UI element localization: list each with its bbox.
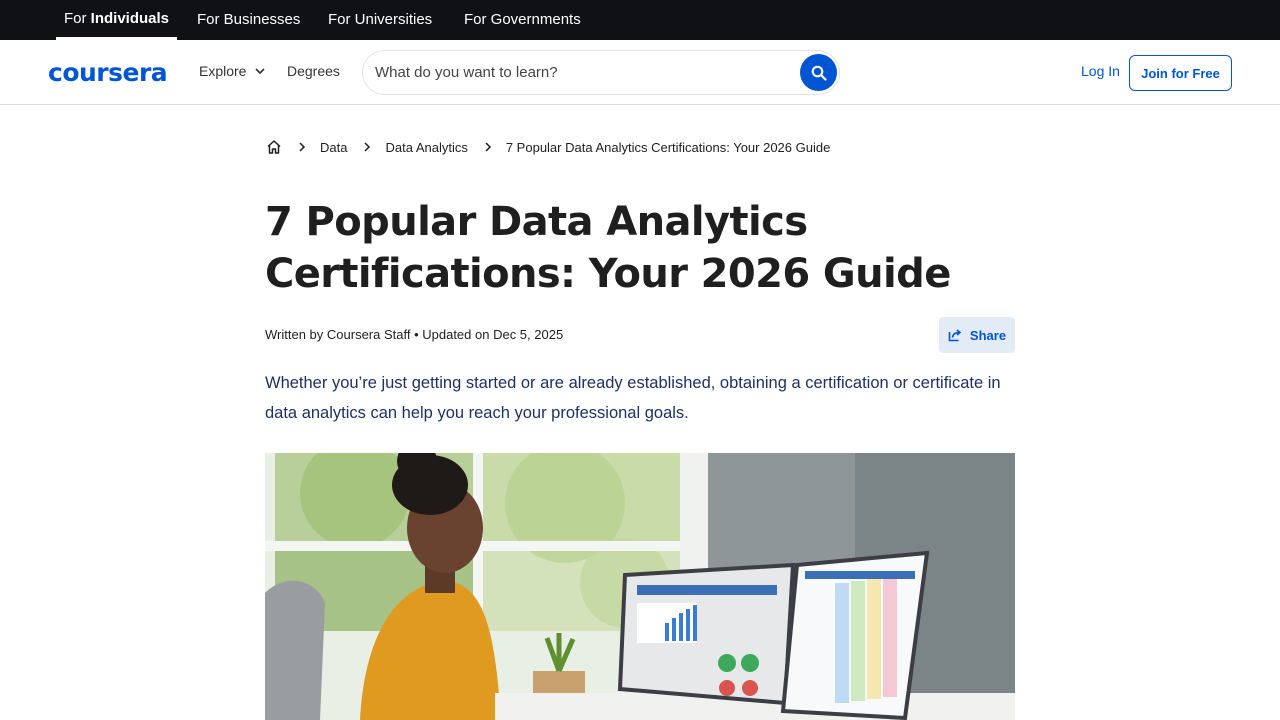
chevron-right-icon (299, 142, 306, 152)
breadcrumb-current: 7 Popular Data Analytics Certifications:… (505, 139, 831, 155)
breadcrumb-data[interactable]: Data (320, 140, 347, 155)
chevron-right-icon (364, 142, 371, 152)
chevron-down-icon (255, 68, 266, 75)
audience-universities-link[interactable]: For Universities (328, 0, 432, 40)
site-header: coursera Explore Degrees Log In Join for… (0, 40, 1280, 105)
explore-menu-button[interactable]: Explore (199, 63, 266, 79)
breadcrumb-home[interactable] (266, 139, 282, 155)
breadcrumb-data-analytics[interactable]: Data Analytics (385, 140, 467, 155)
article-title: 7 Popular Data Analytics Certifications:… (265, 199, 951, 297)
audience-individuals-prefix: For (64, 10, 91, 27)
breadcrumb: Data Data Analytics 7 Popular Data Analy… (266, 137, 830, 157)
hero-illustration (265, 453, 1015, 720)
explore-label: Explore (199, 63, 247, 79)
article-byline: Written by Coursera Staff • Updated on D… (265, 327, 564, 342)
search-bar (362, 50, 840, 95)
audience-businesses-link[interactable]: For Businesses (197, 0, 300, 40)
audience-individuals-strong: Individuals (90, 10, 170, 27)
search-icon (811, 65, 827, 81)
coursera-logo[interactable]: coursera (48, 58, 168, 87)
audience-bar: For Individuals For Businesses For Unive… (0, 0, 1280, 40)
degrees-link[interactable]: Degrees (287, 63, 340, 79)
search-input[interactable] (375, 51, 795, 94)
audience-governments-link[interactable]: For Governments (464, 0, 581, 40)
article-intro: Whether you’re just getting started or a… (265, 374, 1001, 422)
join-for-free-button[interactable]: Join for Free (1129, 55, 1232, 91)
share-button[interactable]: Share (939, 317, 1015, 353)
home-icon (267, 140, 281, 154)
share-label: Share (969, 327, 1007, 343)
hero-image (265, 453, 1015, 720)
share-icon (948, 329, 962, 342)
chevron-right-icon (485, 142, 491, 152)
login-link[interactable]: Log In (1081, 63, 1120, 79)
search-button[interactable] (800, 54, 837, 91)
audience-individuals-link[interactable]: For Individuals (56, 0, 178, 40)
